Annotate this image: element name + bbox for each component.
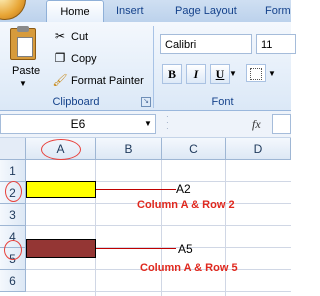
row-2-highlight-ring xyxy=(5,181,22,202)
scissors-icon: ✂ xyxy=(54,29,66,43)
gridline xyxy=(161,160,162,296)
gridline xyxy=(26,225,291,226)
ribbon-tab-bar xyxy=(0,0,291,23)
italic-button[interactable]: I xyxy=(186,64,206,84)
dialog-launcher-icon[interactable]: ↘ xyxy=(141,97,151,107)
gridline xyxy=(26,291,291,292)
chevron-down-icon[interactable]: ▼ xyxy=(268,64,276,84)
clipboard-group-label: Clipboard xyxy=(52,96,100,108)
row-5-highlight-ring xyxy=(4,240,22,260)
cell-a2[interactable] xyxy=(26,181,96,198)
formula-input[interactable] xyxy=(272,114,291,134)
font-size-combo[interactable]: 11 xyxy=(256,34,296,54)
font-name-combo[interactable]: Calibri xyxy=(160,34,252,54)
tab-home[interactable]: Home xyxy=(46,0,104,23)
clipboard-paste-icon xyxy=(10,26,36,60)
name-box[interactable]: E6 xyxy=(0,114,156,134)
tab-page-layout[interactable]: Page Layout xyxy=(175,0,237,22)
cell-a5[interactable] xyxy=(26,239,96,258)
font-group-label: Font xyxy=(211,96,234,108)
row-header-3[interactable]: 3 xyxy=(0,204,26,226)
a5-note: Column A & Row 5 xyxy=(140,262,238,274)
a5-leader-line xyxy=(96,248,176,249)
chevron-down-icon[interactable]: ▼ xyxy=(19,79,27,88)
paintbrush-icon: 🖌 xyxy=(52,73,68,87)
copy-icon: ❐ xyxy=(54,51,66,65)
column-a-highlight-ring xyxy=(41,139,81,160)
copy-button[interactable]: ❐ Copy xyxy=(52,49,97,67)
a5-callout: A5 xyxy=(178,242,193,256)
tab-formulas[interactable]: Form xyxy=(265,0,291,22)
column-header-b[interactable]: B xyxy=(96,138,162,160)
copy-label: Copy xyxy=(71,53,97,65)
a2-callout: A2 xyxy=(176,182,191,196)
format-painter-label: Format Painter xyxy=(71,75,144,87)
chevron-down-icon[interactable]: ▼ xyxy=(144,114,152,134)
row-header-6[interactable]: 6 xyxy=(0,270,26,292)
underline-button[interactable]: U xyxy=(210,64,230,84)
bold-button[interactable]: B xyxy=(162,64,182,84)
a2-leader-line xyxy=(96,189,176,190)
borders-button[interactable] xyxy=(246,64,266,82)
a2-note: Column A & Row 2 xyxy=(137,199,235,211)
column-header-d[interactable]: D xyxy=(226,138,291,160)
gridline xyxy=(225,160,226,296)
select-all-corner[interactable] xyxy=(0,138,26,160)
resize-handle[interactable]: · · · xyxy=(166,113,172,134)
borders-icon xyxy=(250,68,262,80)
column-header-c[interactable]: C xyxy=(162,138,226,160)
paste-label: Paste xyxy=(12,65,41,77)
cut-button[interactable]: ✂ Cut xyxy=(52,27,88,45)
chevron-down-icon[interactable]: ▼ xyxy=(229,64,237,84)
format-painter-button[interactable]: 🖌 Format Painter xyxy=(52,71,144,89)
tab-insert[interactable]: Insert xyxy=(116,0,144,22)
row-header-1[interactable]: 1 xyxy=(0,160,26,182)
cut-label: Cut xyxy=(71,31,89,43)
insert-function-button[interactable]: fx xyxy=(252,114,261,134)
